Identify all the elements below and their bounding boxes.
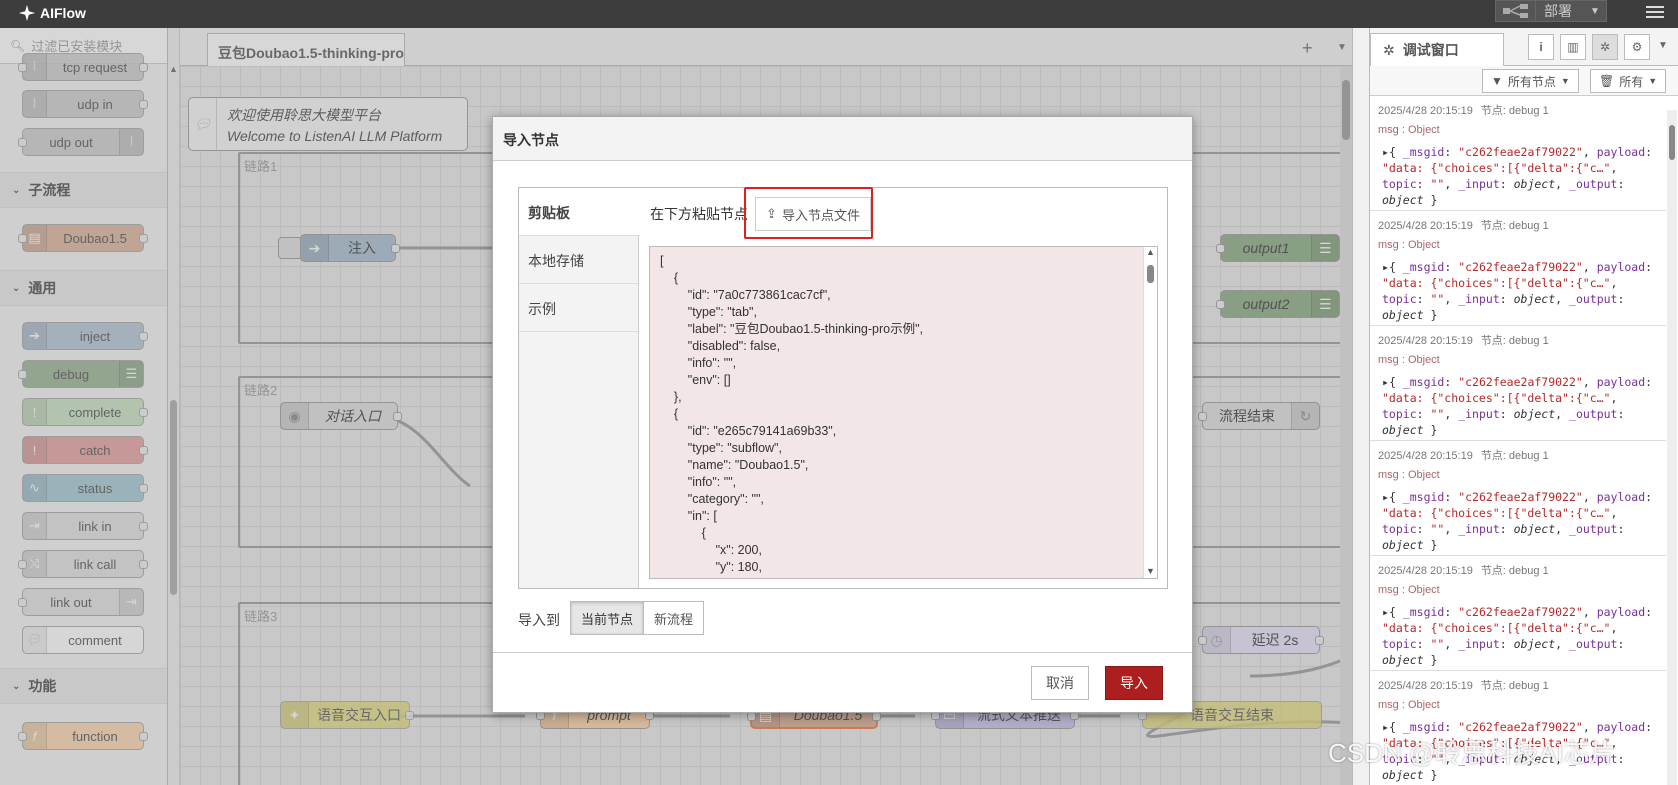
expand-arrow-icon[interactable]: ▸ (1382, 260, 1389, 274)
dialog-title: 导入节点 (493, 117, 1192, 161)
expand-arrow-icon[interactable]: ▸ (1382, 145, 1389, 159)
import-to-label: 导入到 (518, 612, 560, 628)
sidebar-separator[interactable] (1352, 28, 1370, 785)
debug-meta: 2025/4/28 20:15:19 节点: debug 1 (1378, 220, 1549, 232)
sidebar-tabs: ✲ 调试窗口 i ▥ ✲ ⚙ ▼ (1370, 28, 1678, 66)
debug-toolbar: ▼ 所有节点 ▼ 🗑︎ 所有 ▼ (1370, 66, 1678, 96)
import-to-current-button[interactable]: 当前节点 (571, 602, 645, 634)
debug-message[interactable]: 2025/4/28 20:15:19 节点: debug 1 msg : Objec… (1370, 441, 1666, 556)
debug-payload[interactable]: ▸{ _msgid: "c262feae2af79022", payload: … (1378, 489, 1658, 553)
watermark: CSDN @聆思科技AI芯片 (1328, 738, 1616, 768)
gear-icon[interactable]: ⚙ (1624, 34, 1650, 60)
json-scroll-thumb[interactable] (1147, 265, 1154, 283)
tab-examples[interactable]: 示例 (519, 284, 638, 332)
app-header: AIFlow 部署 ▼ (0, 0, 1678, 28)
import-to-new-flow-button[interactable]: 新流程 (644, 602, 704, 634)
import-panel: 剪贴板 本地存储 示例 在下方粘贴节点 ⇪ 导入节点文件 [ { "id": "… (518, 187, 1168, 589)
debug-message-list[interactable]: 2025/4/28 20:15:19 节点: debug 1 msg : Objec… (1370, 96, 1666, 785)
bug-tab-icon[interactable]: ✲ (1592, 34, 1618, 60)
json-text[interactable]: [ { "id": "7a0c773861cac7cf", "type": "t… (660, 253, 923, 578)
filter-icon: ▼ (1491, 74, 1503, 88)
import-source-tabs: 剪贴板 本地存储 示例 (519, 188, 640, 588)
expand-arrow-icon[interactable]: ▸ (1382, 490, 1389, 504)
debug-meta: 2025/4/28 20:15:19 节点: debug 1 (1378, 335, 1549, 347)
debug-meta: 2025/4/28 20:15:19 节点: debug 1 (1378, 450, 1549, 462)
debug-meta: 2025/4/28 20:15:19 节点: debug 1 (1378, 105, 1549, 117)
debug-message[interactable]: 2025/4/28 20:15:19 节点: debug 1 msg : Objec… (1370, 211, 1666, 326)
app-logo: AIFlow (18, 4, 86, 22)
sidebar-menu-icon[interactable]: ▼ (1658, 40, 1668, 51)
import-to-toggle: 当前节点 新流程 (570, 601, 705, 635)
debug-payload[interactable]: ▸{ _msgid: "c262feae2af79022", payload: … (1378, 259, 1658, 323)
tab-clipboard[interactable]: 剪贴板 (519, 188, 640, 236)
debug-message[interactable]: 2025/4/28 20:15:19 节点: debug 1 msg : Objec… (1370, 556, 1666, 671)
highlight-annotation (744, 187, 873, 239)
expand-arrow-icon[interactable]: ▸ (1382, 375, 1389, 389)
debug-payload[interactable]: ▸{ _msgid: "c262feae2af79022", payload: … (1378, 604, 1658, 668)
filter-nodes-dropdown[interactable]: ▼ 所有节点 ▼ (1482, 69, 1579, 93)
chevron-down-icon: ▼ (1648, 76, 1658, 86)
deploy-label: 部署 (1544, 3, 1572, 19)
dialog-footer: 取消 导入 (493, 652, 1192, 712)
tab-debug[interactable]: ✲ 调试窗口 (1370, 33, 1504, 66)
cancel-button[interactable]: 取消 (1031, 666, 1089, 700)
app-name: AIFlow (40, 5, 86, 21)
bug-icon: ✲ (1383, 41, 1395, 58)
trash-icon: 🗑︎ (1599, 74, 1615, 88)
sparkle-logo-icon (18, 4, 36, 22)
debug-payload[interactable]: ▸{ _msgid: "c262feae2af79022", payload: … (1378, 374, 1658, 438)
json-scrollbar[interactable]: ▲ ▼ (1143, 247, 1157, 578)
scroll-down-icon[interactable]: ▼ (1146, 566, 1155, 576)
debug-message[interactable]: 2025/4/28 20:15:19 节点: debug 1 msg : Objec… (1370, 96, 1666, 211)
expand-arrow-icon[interactable]: ▸ (1382, 720, 1389, 734)
chevron-down-icon: ▼ (1560, 76, 1570, 86)
debug-meta: 2025/4/28 20:15:19 节点: debug 1 (1378, 565, 1549, 577)
debug-scrollbar[interactable] (1667, 110, 1677, 785)
debug-sidebar: ✲ 调试窗口 i ▥ ✲ ⚙ ▼ ▼ 所有节点 ▼ 🗑︎ 所有 ▼ 2025/4… (1370, 28, 1678, 785)
json-textarea[interactable]: [ { "id": "7a0c773861cac7cf", "type": "t… (649, 246, 1158, 579)
debug-scroll-thumb[interactable] (1669, 125, 1675, 160)
debug-payload[interactable]: ▸{ _msgid: "c262feae2af79022", payload: … (1378, 144, 1658, 208)
deploy-icon (1496, 1, 1536, 21)
tab-local-storage[interactable]: 本地存储 (519, 236, 638, 284)
scroll-up-icon[interactable]: ▲ (1146, 247, 1155, 257)
import-button[interactable]: 导入 (1105, 666, 1163, 700)
expand-arrow-icon[interactable]: ▸ (1382, 605, 1389, 619)
debug-message[interactable]: 2025/4/28 20:15:19 节点: debug 1 msg : Objec… (1370, 326, 1666, 441)
paste-label: 在下方粘贴节点 (650, 206, 748, 222)
clear-dropdown[interactable]: 🗑︎ 所有 ▼ (1590, 69, 1667, 93)
deploy-dropdown-icon[interactable]: ▼ (1584, 6, 1606, 17)
book-icon[interactable]: ▥ (1560, 34, 1586, 60)
info-icon[interactable]: i (1528, 34, 1554, 60)
main-menu-icon[interactable] (1640, 0, 1670, 24)
debug-meta: 2025/4/28 20:15:19 节点: debug 1 (1378, 680, 1549, 692)
deploy-button[interactable]: 部署 ▼ (1495, 0, 1607, 22)
